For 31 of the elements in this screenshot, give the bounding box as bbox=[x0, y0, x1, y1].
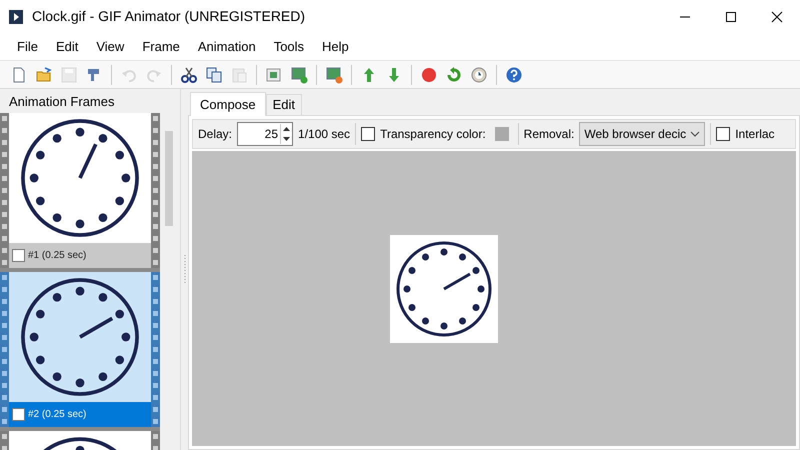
panel-title: Animation Frames bbox=[8, 93, 116, 111]
interlace-label: Interlac bbox=[735, 126, 775, 143]
transparency-label: Transparency color: bbox=[380, 126, 486, 143]
menu-item[interactable]: Help bbox=[315, 36, 356, 58]
interlace-checkbox[interactable] bbox=[716, 127, 730, 141]
selected-frame[interactable]: #2 (0.25 sec) bbox=[0, 272, 160, 427]
delay-unit: 1/100 sec bbox=[298, 126, 350, 143]
menu-item[interactable]: Frame bbox=[135, 36, 187, 58]
menu-item[interactable]: Tools bbox=[266, 36, 312, 58]
removal-dropdown[interactable]: Web browser decic bbox=[579, 122, 706, 146]
frame-card[interactable]: #1 (0.25 sec) bbox=[0, 113, 160, 268]
menu-item[interactable]: View bbox=[89, 36, 132, 58]
tab[interactable]: Compose bbox=[190, 92, 266, 116]
removal-label: Removal: bbox=[524, 126, 574, 143]
chevron-down-icon bbox=[690, 131, 700, 137]
menu-item[interactable]: File bbox=[10, 36, 45, 58]
close-icon bbox=[771, 10, 783, 22]
menu-item[interactable]: Animation bbox=[190, 36, 263, 58]
delay-field[interactable]: 25 bbox=[237, 122, 294, 146]
delay-label: Delay: bbox=[198, 126, 232, 143]
maximize-icon bbox=[725, 10, 737, 22]
window-title: Clock.gif - GIF Animator (UNREGISTERED) bbox=[32, 7, 306, 26]
color-swatch[interactable] bbox=[494, 127, 509, 141]
tab[interactable]: Edit bbox=[266, 94, 302, 115]
app-icon bbox=[8, 8, 24, 24]
frame-label: #2 (0.25 sec) bbox=[28, 408, 86, 422]
frame-label: #1 (0.25 sec) bbox=[28, 249, 86, 263]
transparency-checkbox[interactable] bbox=[361, 127, 376, 141]
frame-checkbox[interactable] bbox=[12, 408, 25, 421]
menu-item[interactable]: Edit bbox=[48, 36, 86, 58]
frame-checkbox[interactable] bbox=[12, 249, 25, 262]
